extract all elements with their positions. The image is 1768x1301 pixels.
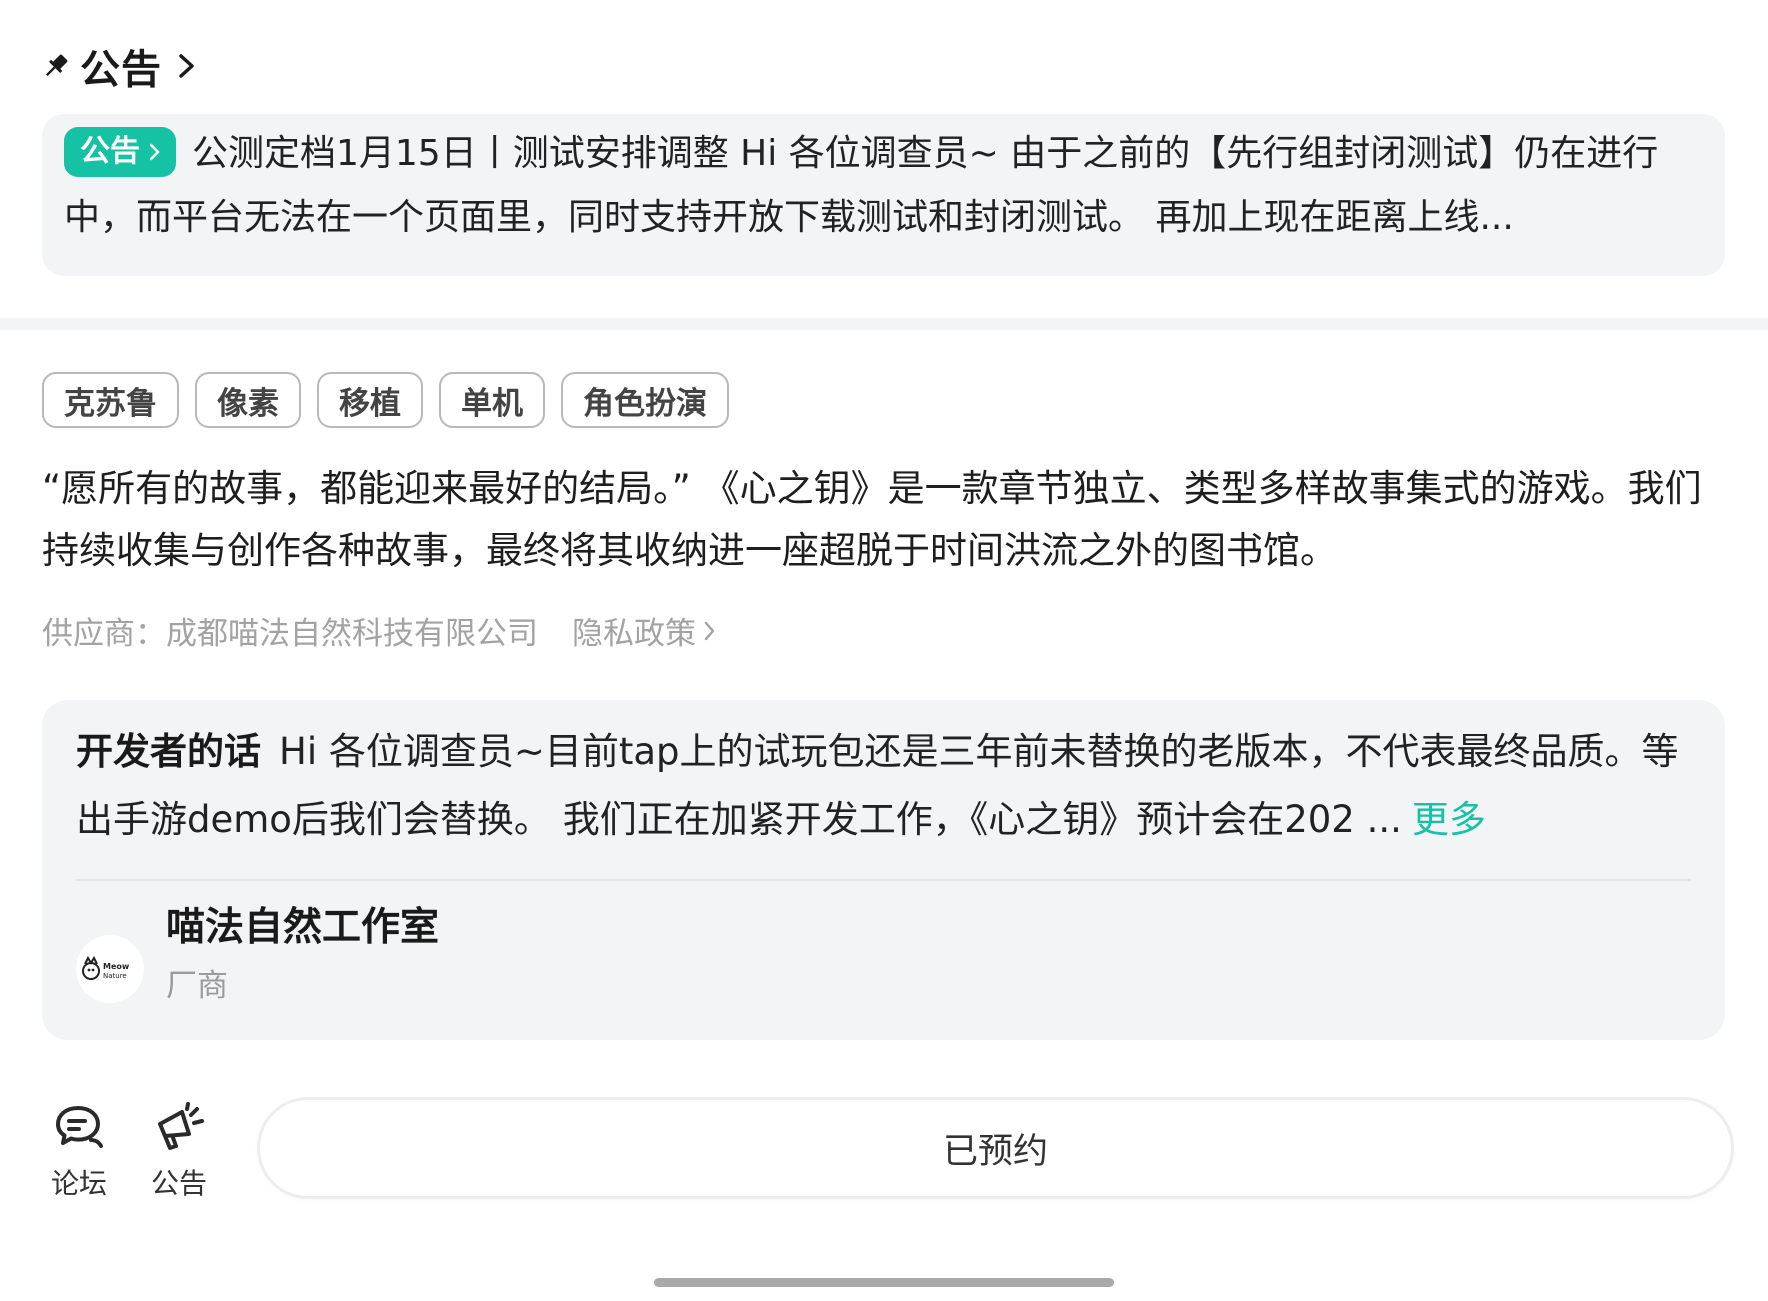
announcement-section-title: 公告 bbox=[80, 47, 162, 93]
game-detail-page: 公告 公告 公测定档1月15日丨测试安排调整 Hi 各位调查员~ 由于之前的【先行… bbox=[0, 0, 1768, 1301]
studio-role: 厂商 bbox=[166, 968, 228, 1004]
announcement-badge: 公告 bbox=[64, 127, 176, 177]
megaphone-icon bbox=[158, 1102, 204, 1150]
announcement-header[interactable]: 公告 bbox=[42, 40, 198, 93]
studio-text: 喵法自然工作室 厂商 bbox=[166, 900, 439, 1012]
more-link[interactable]: 更多 bbox=[1412, 798, 1486, 841]
tag-item[interactable]: 单机 bbox=[439, 372, 545, 428]
announcement-content: 公告 公测定档1月15日丨测试安排调整 Hi 各位调查员~ 由于之前的【先行组封闭… bbox=[64, 122, 1701, 250]
chevron-right-icon bbox=[149, 143, 160, 161]
card-divider bbox=[76, 879, 1691, 881]
supplier-row: 供应商：成都喵法自然科技有限公司 隐私政策 bbox=[42, 608, 716, 653]
developer-note[interactable]: 开发者的话 Hi 各位调查员~目前tap上的试玩包还是三年前未替换的老版本，不代表… bbox=[76, 718, 1691, 854]
tag-item[interactable]: 移植 bbox=[317, 372, 423, 428]
announcement-card[interactable]: 公告 公测定档1月15日丨测试安排调整 Hi 各位调查员~ 由于之前的【先行组封闭… bbox=[42, 114, 1725, 276]
tag-item[interactable]: 像素 bbox=[195, 372, 301, 428]
announcement-button[interactable]: 公告 bbox=[148, 1100, 210, 1202]
privacy-policy-link[interactable]: 隐私政策 bbox=[572, 608, 716, 653]
studio-info[interactable]: Meow Nature 喵法自然工作室 厂商 bbox=[76, 900, 439, 1012]
bottom-actions: 论坛 公告 bbox=[48, 1100, 210, 1202]
supplier-text: 供应商：成都喵法自然科技有限公司 bbox=[42, 616, 538, 652]
privacy-policy-label: 隐私政策 bbox=[572, 616, 696, 652]
studio-logo-text-1: Meow bbox=[103, 962, 130, 971]
forum-label: 论坛 bbox=[50, 1167, 107, 1200]
reserved-button[interactable]: 已预约 bbox=[257, 1097, 1734, 1199]
forum-icon bbox=[56, 1106, 103, 1148]
tag-item[interactable]: 克苏鲁 bbox=[42, 372, 179, 428]
tag-list: 克苏鲁 像素 移植 单机 角色扮演 bbox=[42, 372, 729, 428]
announcement-label: 公告 bbox=[150, 1167, 207, 1200]
tag-item[interactable]: 角色扮演 bbox=[561, 372, 729, 428]
section-divider bbox=[0, 318, 1768, 330]
forum-button[interactable]: 论坛 bbox=[48, 1100, 110, 1202]
studio-avatar: Meow Nature bbox=[76, 935, 144, 1003]
chevron-right-icon bbox=[179, 54, 194, 78]
chevron-right-icon bbox=[704, 621, 715, 640]
announcement-text: 公测定档1月15日丨测试安排调整 Hi 各位调查员~ 由于之前的【先行组封闭测试… bbox=[64, 133, 1659, 238]
home-indicator[interactable] bbox=[654, 1278, 1114, 1287]
developer-note-label: 开发者的话 bbox=[76, 730, 261, 773]
game-description: “愿所有的故事，都能迎来最好的结局。” 《心之钥》是一款章节独立、类型多样故事集… bbox=[42, 467, 1702, 572]
developer-note-card: 开发者的话 Hi 各位调查员~目前tap上的试玩包还是三年前未替换的老版本，不代表… bbox=[42, 700, 1725, 1040]
studio-logo-text-2: Nature bbox=[103, 972, 127, 980]
studio-logo: Meow Nature bbox=[82, 955, 130, 980]
pin-icon bbox=[45, 54, 68, 77]
studio-name: 喵法自然工作室 bbox=[166, 905, 440, 950]
announcement-badge-label: 公告 bbox=[80, 134, 140, 169]
